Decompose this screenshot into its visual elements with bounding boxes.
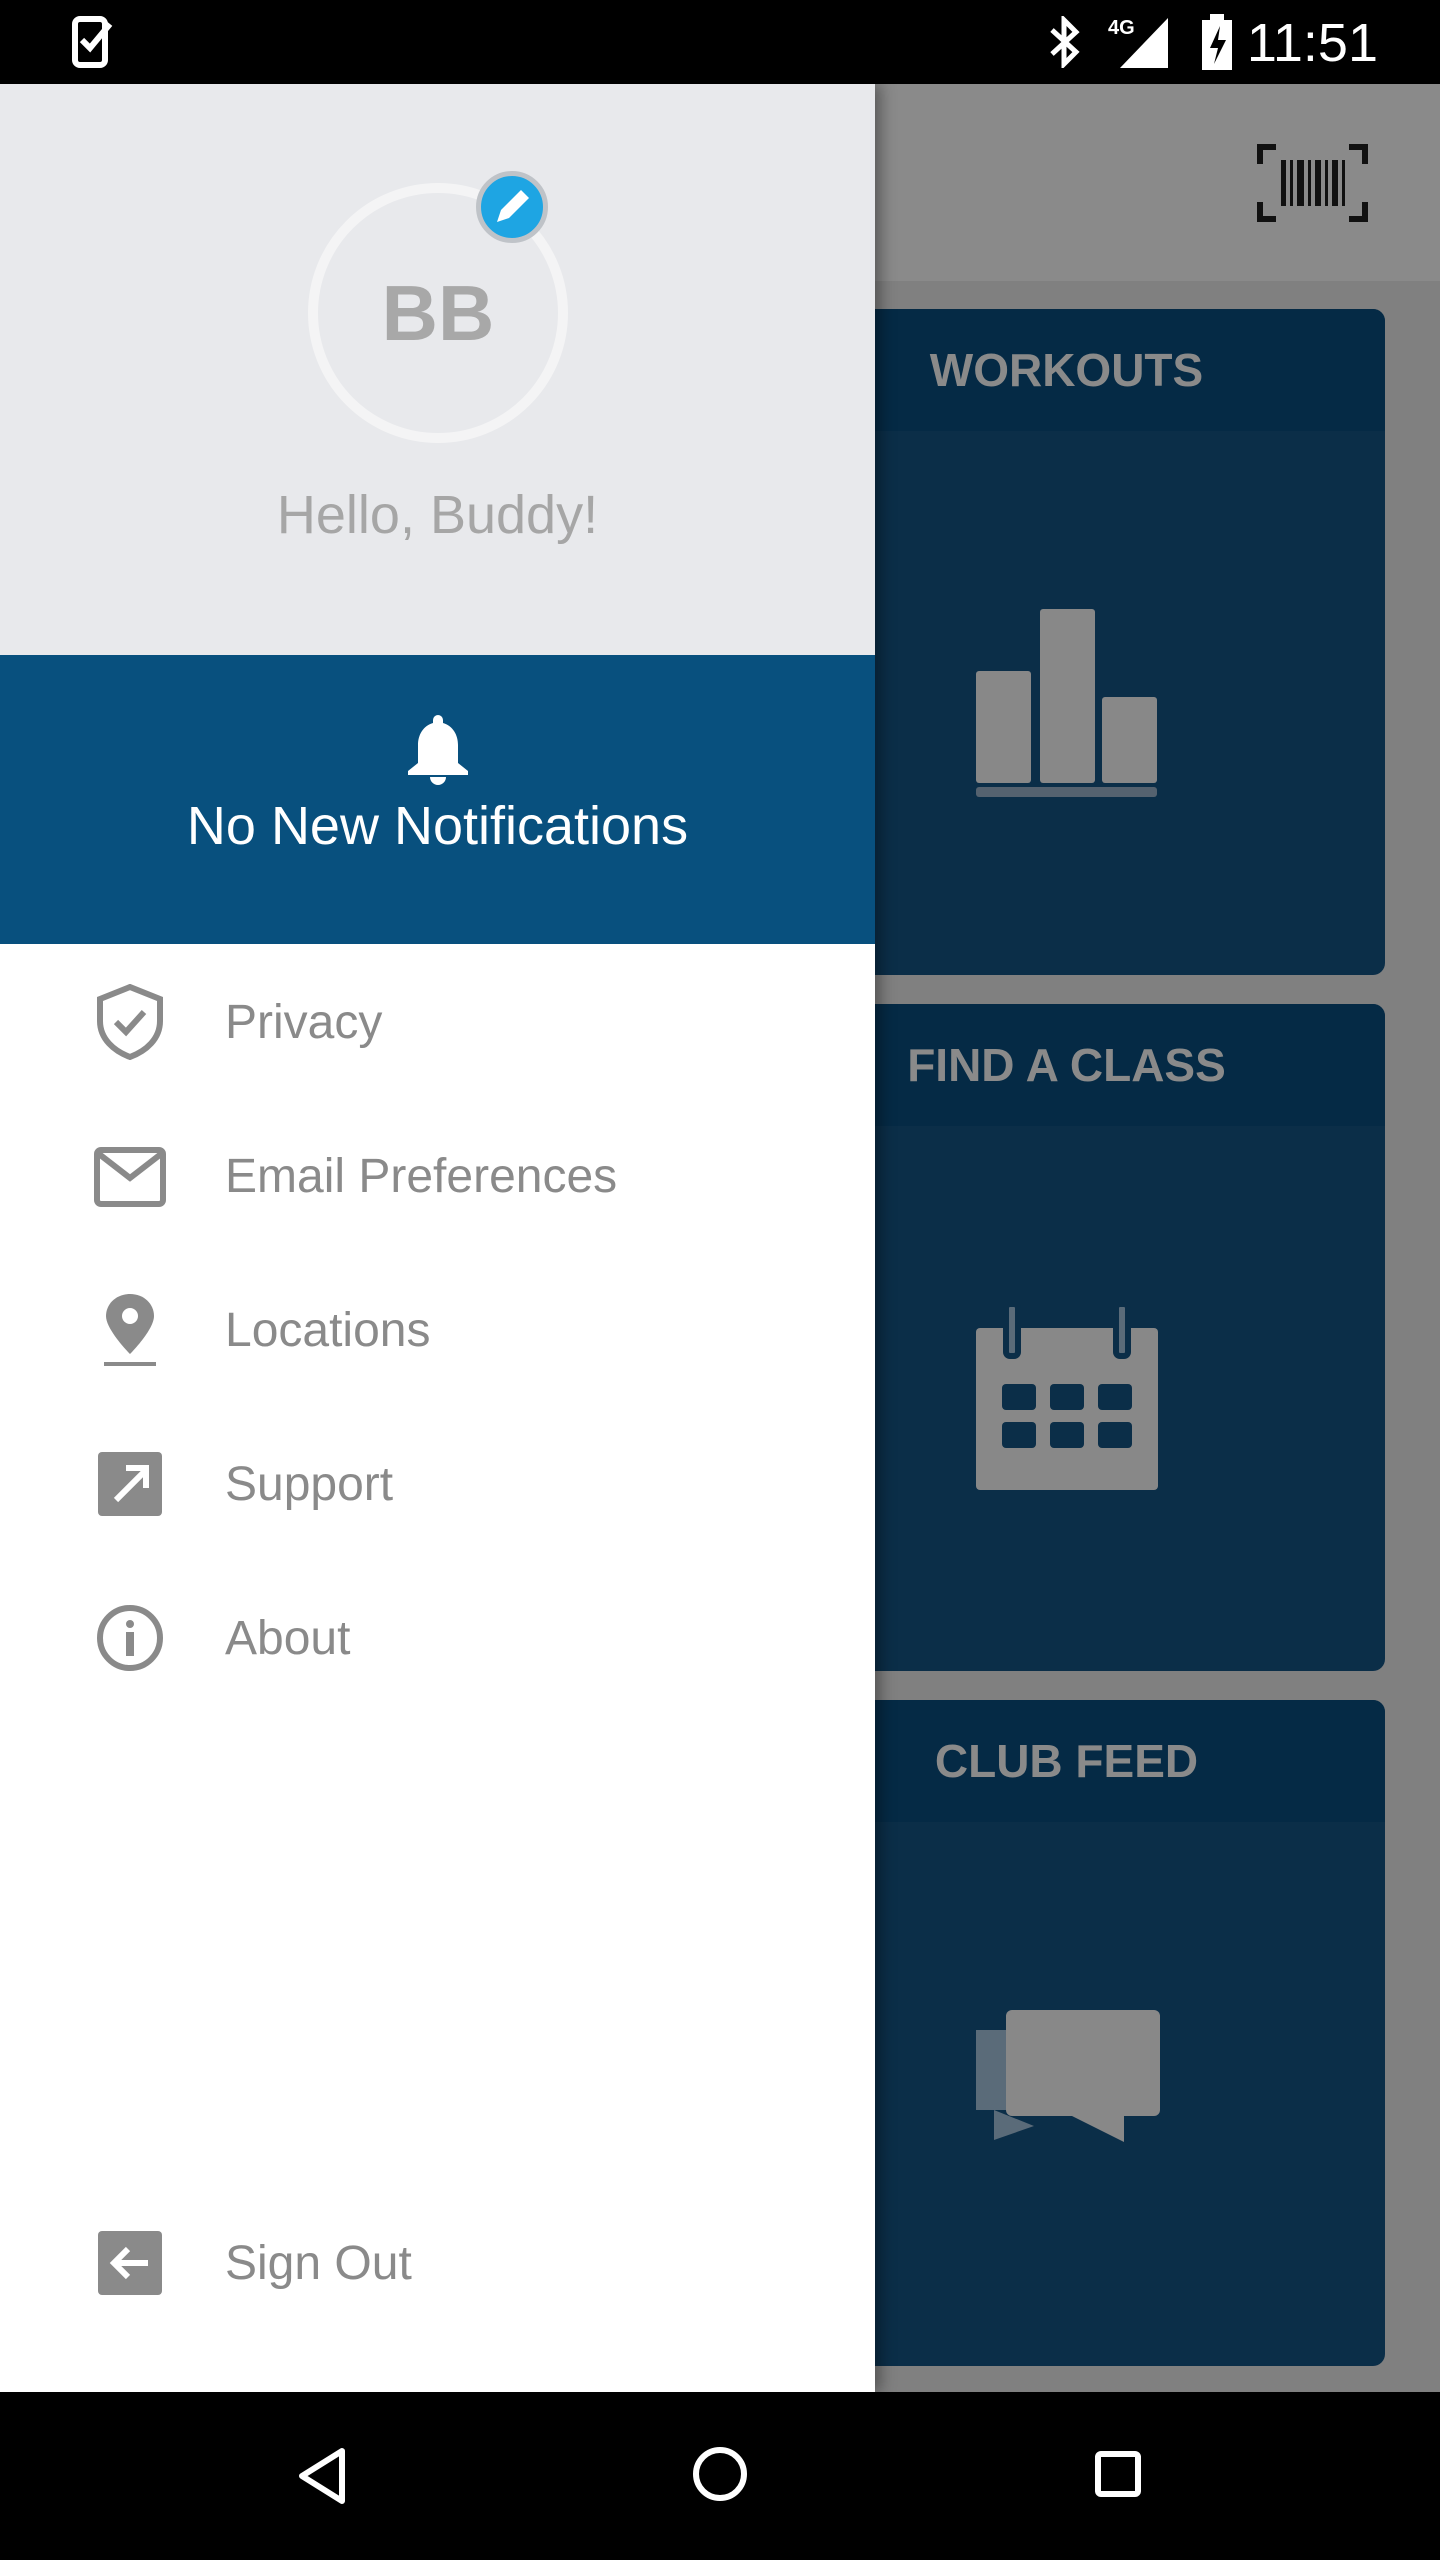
navigation-drawer: BB Hello, Buddy! No New Notifications Pr… [0,84,875,2392]
battery-charging-icon [1202,14,1232,70]
barcode-scan-icon[interactable] [1257,144,1368,222]
home-icon[interactable] [692,2446,748,2502]
external-link-icon [98,1452,162,1516]
notifications-banner[interactable]: No New Notifications [0,655,875,944]
menu-item-support[interactable]: Support [0,1409,875,1559]
clock: 11:51 [1246,13,1378,73]
svg-text:4G: 4G [1108,17,1135,39]
menu-item-label: Support [225,1458,394,1511]
sign-out-label: Sign Out [225,2237,412,2290]
shield-check-icon [97,984,163,1060]
calendar-icon [975,1304,1158,1490]
bluetooth-icon [1050,16,1080,68]
edit-avatar-button[interactable] [476,171,548,243]
menu-item-label: Locations [225,1304,431,1357]
menu-item-label: About [225,1612,351,1665]
4g-signal-icon: 4G [1108,17,1168,68]
drawer-header: BB Hello, Buddy! [0,84,875,655]
bar-chart-icon [975,609,1157,797]
info-icon [97,1605,163,1671]
pencil-icon [497,190,529,222]
sign-out-button[interactable]: Sign Out [0,2188,875,2338]
menu-item-privacy[interactable]: Privacy [0,947,875,1097]
menu-item-label: Privacy [225,996,383,1049]
chat-bubbles-icon [975,2010,1160,2142]
system-navigation-bar [0,2392,1440,2560]
menu-item-about[interactable]: About [0,1563,875,1713]
status-bar: 4G 11:51 [0,0,1440,84]
bell-icon [408,715,468,785]
recents-icon[interactable] [1094,2450,1142,2498]
back-icon[interactable] [296,2446,348,2506]
map-pin-icon [104,1294,156,1366]
menu-item-email-preferences[interactable]: Email Preferences [0,1101,875,1251]
envelope-icon [94,1147,166,1207]
menu-item-label: Email Preferences [225,1150,618,1203]
notifications-text: No New Notifications [186,796,689,856]
menu-item-locations[interactable]: Locations [0,1255,875,1405]
greeting: Hello, Buddy! [276,485,599,545]
sign-out-icon [98,2231,162,2295]
task-check-icon [72,16,113,68]
